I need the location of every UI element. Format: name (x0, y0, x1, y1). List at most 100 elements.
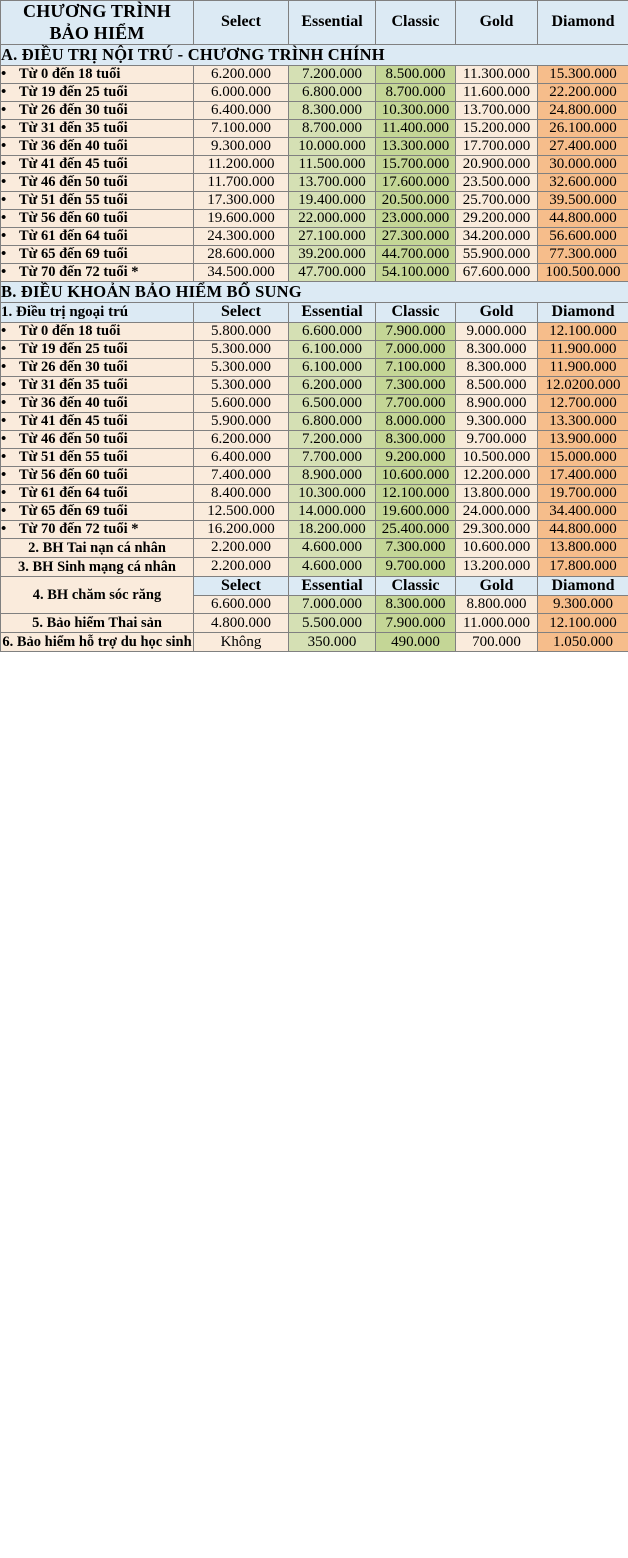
row-label-cell: • Từ 65 đến 69 tuổi (0, 245, 194, 265)
value-cell: 11.000.000 (455, 613, 538, 634)
bullet-icon: • (1, 192, 7, 209)
value-cell: 12.100.000 (537, 613, 628, 634)
table-row: • Từ 46 đến 50 tuổi 6.200.000 7.200.000 8.30… (0, 429, 628, 449)
value-cell: 28.600.000 (193, 245, 289, 265)
bullet-icon: • (1, 430, 7, 447)
row-label: • Từ 26 đến 30 tuổi (1, 359, 193, 376)
table-row: • Từ 26 đến 30 tuổi 6.400.000 8.300.000 10.3… (0, 101, 628, 121)
value-cell: 8.300.000 (455, 339, 538, 359)
value-cell: 7.300.000 (375, 375, 456, 395)
row-label-text: Từ 70 đến 72 tuổi * (19, 264, 139, 281)
value-cell: Không (193, 632, 289, 653)
table-row: • Từ 41 đến 45 tuổi 5.900.000 6.800.000 8.00… (0, 411, 628, 431)
row-label: • Từ 0 đến 18 tuổi (1, 66, 193, 83)
value-cell: 9.000.000 (455, 321, 538, 341)
row-label-text: Từ 65 đến 69 tuổi (19, 502, 128, 519)
table-header-row: CHƯƠNG TRÌNH BẢO HIỂM Select Essential Clas… (0, 0, 628, 46)
table-row: • Từ 61 đến 64 tuổi 24.300.000 27.100.000 27… (0, 227, 628, 247)
value-cell: 6.200.000 (193, 429, 289, 449)
table-row: • Từ 36 đến 40 tuổi 5.600.000 6.500.000 7.70… (0, 393, 628, 413)
bullet-icon: • (1, 466, 7, 483)
row-label-text: Từ 0 đến 18 tuổi (19, 322, 121, 339)
value-cell: 9.200.000 (375, 447, 456, 467)
bullet-icon: • (1, 376, 7, 393)
row-label-cell: • Từ 61 đến 64 tuổi (0, 483, 194, 503)
row-label: • Từ 46 đến 50 tuổi (1, 431, 193, 448)
row-label: • Từ 61 đến 64 tuổi (1, 485, 193, 502)
bullet-icon: • (1, 102, 7, 119)
value-cell: 5.300.000 (193, 375, 289, 395)
table-row: • Từ 70 đến 72 tuổi * 34.500.000 47.700.000… (0, 263, 628, 283)
table-row: • Từ 56 đến 60 tuổi 19.600.000 22.000.000 23… (0, 209, 628, 229)
value-cell: 9.300.000 (455, 411, 538, 431)
section-title: A. ĐIỀU TRỊ NỘI TRÚ - CHƯƠNG TRÌNH CHÍNH (0, 44, 628, 67)
value-cell: 12.500.000 (193, 501, 289, 521)
value-cell: 6.200.000 (288, 375, 376, 395)
value-cell: 700.000 (455, 632, 538, 653)
row-label-cell: • Từ 19 đến 25 tuổi (0, 83, 194, 103)
bullet-icon: • (1, 340, 7, 357)
value-cell: 12.0200.000 (537, 375, 628, 395)
value-cell: 44.800.000 (537, 519, 628, 539)
value-cell: 12.700.000 (537, 393, 628, 413)
section-title-row: A. ĐIỀU TRỊ NỘI TRÚ - CHƯƠNG TRÌNH CHÍNH (0, 44, 628, 67)
value-cell: 25.700.000 (455, 191, 538, 211)
benefit-label-cell: 3. BH Sinh mạng cá nhân (0, 556, 194, 577)
row-label: • Từ 65 đến 69 tuổi (1, 503, 193, 520)
bullet-icon: • (1, 228, 7, 245)
table-row: • Từ 26 đến 30 tuổi 5.300.000 6.100.000 7.10… (0, 357, 628, 377)
row-label-cell: • Từ 36 đến 40 tuổi (0, 137, 194, 157)
value-cell: 47.700.000 (288, 263, 376, 283)
row-label-cell: • Từ 61 đến 64 tuổi (0, 227, 194, 247)
value-cell: 13.200.000 (455, 556, 538, 577)
value-cell: 55.900.000 (455, 245, 538, 265)
row-label: • Từ 56 đến 60 tuổi (1, 210, 193, 227)
value-cell: 14.000.000 (288, 501, 376, 521)
row-label-cell: • Từ 26 đến 30 tuổi (0, 357, 194, 377)
value-cell: 34.500.000 (193, 263, 289, 283)
tier-header-b-gold: Gold (455, 302, 538, 323)
row-label: • Từ 65 đến 69 tuổi (1, 246, 193, 263)
row-label-text: Từ 56 đến 60 tuổi (19, 210, 128, 227)
tier-header-dental-select: Select (193, 575, 289, 597)
bullet-icon: • (1, 520, 7, 537)
value-cell: 5.500.000 (288, 613, 376, 634)
row-label-text: Từ 36 đến 40 tuổi (19, 394, 128, 411)
row-label: • Từ 46 đến 50 tuổi (1, 174, 193, 191)
value-cell: 8.300.000 (288, 101, 376, 121)
value-cell: 22.000.000 (288, 209, 376, 229)
value-cell: 8.300.000 (375, 429, 456, 449)
value-cell: 13.300.000 (537, 411, 628, 431)
value-cell: 39.500.000 (537, 191, 628, 211)
value-cell: 22.200.000 (537, 83, 628, 103)
value-cell: 13.800.000 (537, 537, 628, 558)
value-cell: 6.200.000 (193, 65, 289, 85)
row-label-text: Từ 19 đến 25 tuổi (19, 84, 128, 101)
value-cell: 12.100.000 (375, 483, 456, 503)
value-cell: 5.300.000 (193, 339, 289, 359)
bullet-icon: • (1, 156, 7, 173)
row-label: • Từ 51 đến 55 tuổi (1, 449, 193, 466)
subsection-label: 1. Điều trị ngoại trú (0, 302, 194, 323)
value-cell: 32.600.000 (537, 173, 628, 193)
value-cell: 8.400.000 (193, 483, 289, 503)
row-label: • Từ 19 đến 25 tuổi (1, 84, 193, 101)
row-label: • Từ 36 đến 40 tuổi (1, 138, 193, 155)
value-cell: 11.400.000 (375, 119, 456, 139)
row-label-text: Từ 51 đến 55 tuổi (19, 448, 128, 465)
program-title-cell: CHƯƠNG TRÌNH BẢO HIỂM (0, 0, 194, 46)
bullet-icon: • (1, 174, 7, 191)
value-cell: 34.400.000 (537, 501, 628, 521)
row-label-cell: • Từ 26 đến 30 tuổi (0, 101, 194, 121)
row-label-text: Từ 61 đến 64 tuổi (19, 484, 128, 501)
value-cell: 6.600.000 (288, 321, 376, 341)
value-cell: 27.400.000 (537, 137, 628, 157)
value-cell: 25.400.000 (375, 519, 456, 539)
table-row: • Từ 61 đến 64 tuổi 8.400.000 10.300.000 12.… (0, 483, 628, 503)
value-cell: 11.700.000 (193, 173, 289, 193)
value-cell: 15.300.000 (537, 65, 628, 85)
row-label-cell: • Từ 51 đến 55 tuổi (0, 191, 194, 211)
row-label-cell: • Từ 70 đến 72 tuổi * (0, 519, 194, 539)
value-cell: 10.300.000 (288, 483, 376, 503)
value-cell: 54.100.000 (375, 263, 456, 283)
